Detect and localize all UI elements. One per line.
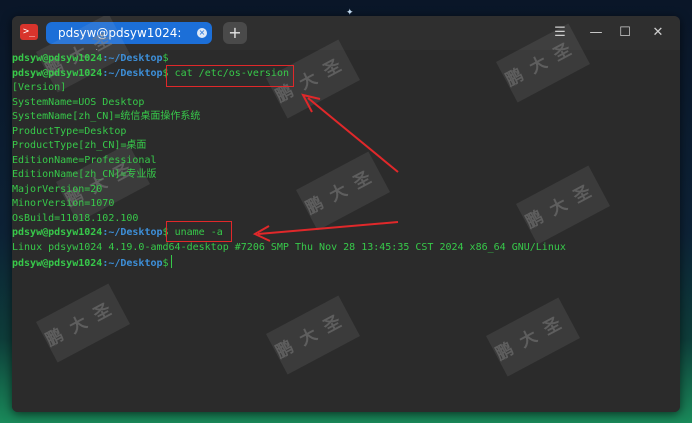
- maximize-icon[interactable]: ☐: [616, 24, 634, 42]
- annotation-arrows: [252, 93, 399, 242]
- tab-close-icon[interactable]: ×: [197, 28, 207, 38]
- terminal-content[interactable]: 鹏大圣 鹏大圣 鹏大圣 鹏大圣 鹏大圣 鹏大圣 鹏大圣 鹏大圣 鹏大圣 pdsy…: [12, 16, 680, 412]
- arrow-to-os-version: [307, 97, 399, 173]
- close-icon[interactable]: ✕: [649, 24, 667, 42]
- terminal-app-icon[interactable]: >_: [20, 24, 38, 40]
- arrow-head-os-version: [301, 93, 321, 113]
- minimize-icon[interactable]: —: [587, 24, 605, 42]
- new-tab-button[interactable]: +: [223, 22, 247, 44]
- terminal-window: >_ pdsyw@pdsyw1024: ~/Desktop × + ☰ — ☐ …: [12, 16, 680, 412]
- arrow-to-uname: [257, 221, 399, 235]
